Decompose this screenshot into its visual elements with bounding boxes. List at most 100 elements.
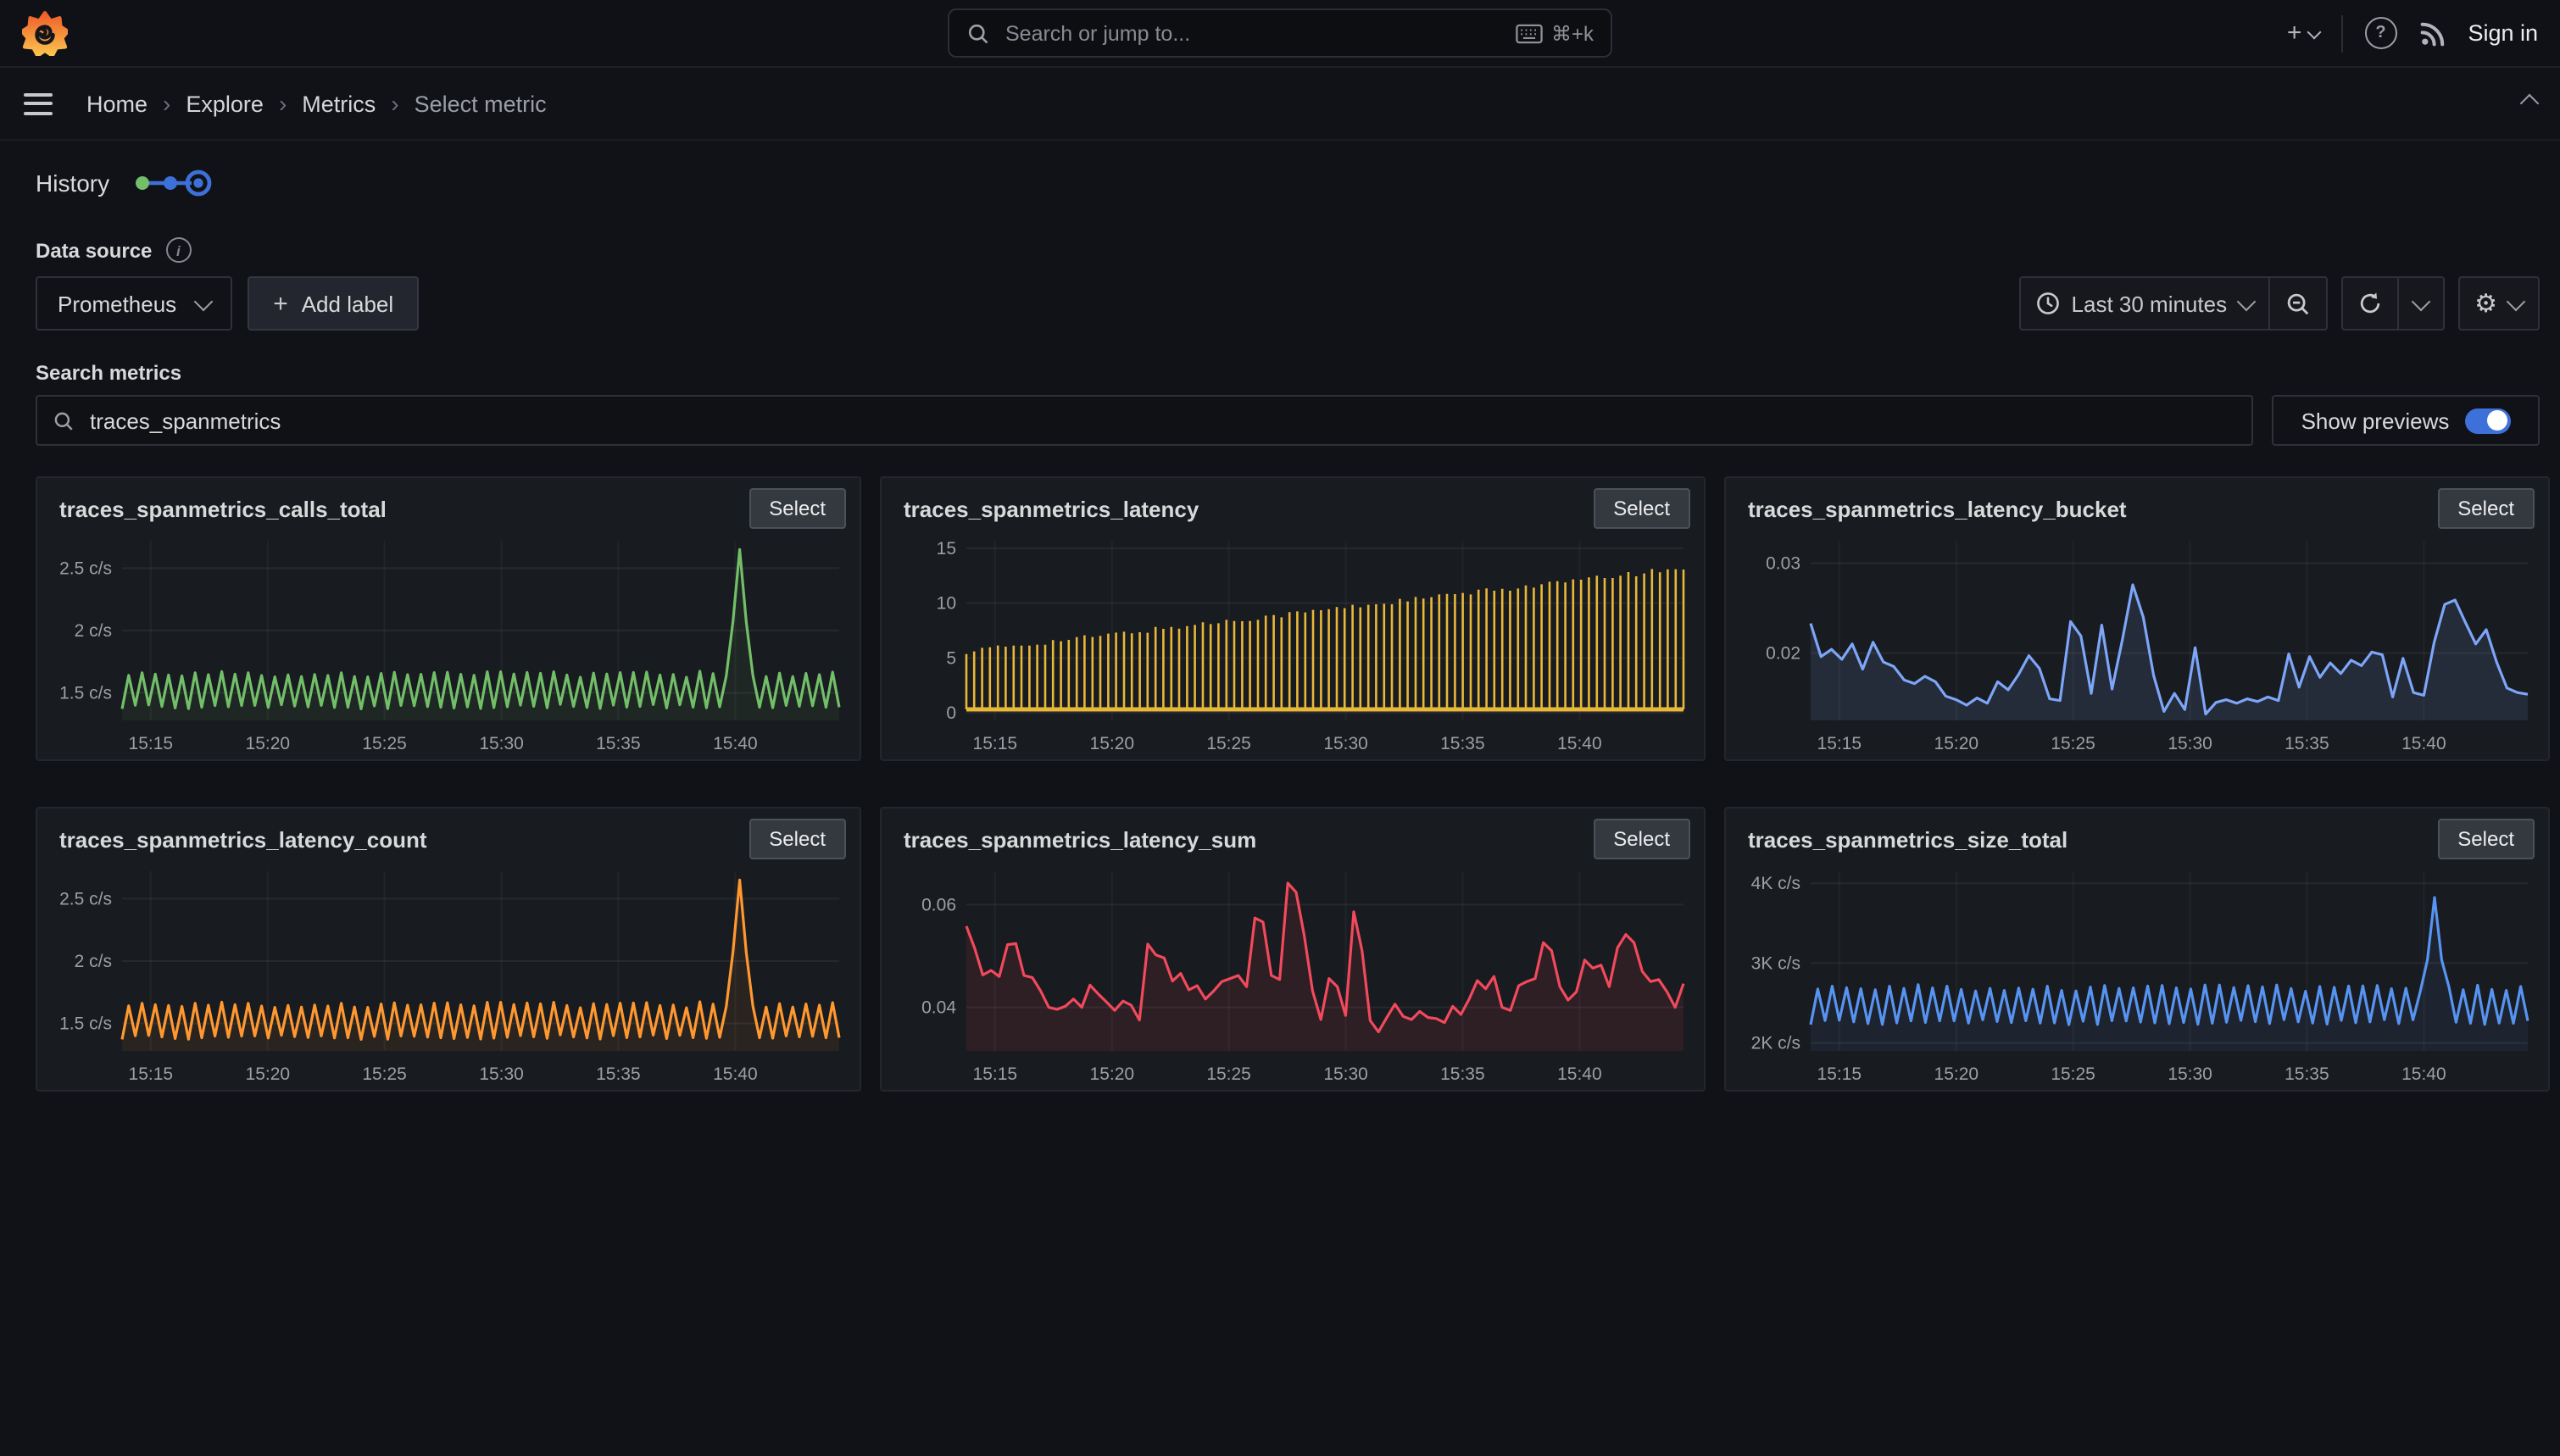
metrics-search-field[interactable] [36, 395, 2253, 446]
breadcrumb-separator: › [391, 90, 398, 117]
svg-text:15:40: 15:40 [713, 1064, 758, 1084]
svg-text:15:20: 15:20 [246, 1064, 291, 1084]
toggle-knob [2487, 410, 2507, 431]
refresh-group [2340, 276, 2444, 331]
panel-chart[interactable]: 05101515:1515:2015:2515:3015:3515:40 [895, 531, 1690, 754]
chevron-up-icon [2520, 94, 2540, 114]
panel-chart[interactable]: 2K c/s3K c/s4K c/s15:1515:2015:2515:3015… [1739, 861, 2535, 1085]
svg-text:0.04: 0.04 [921, 998, 956, 1018]
breadcrumb-explore[interactable]: Explore [186, 91, 264, 116]
svg-text:15:15: 15:15 [129, 1064, 174, 1084]
history-row: History [36, 168, 2560, 198]
svg-text:15:30: 15:30 [2168, 1064, 2212, 1084]
metric-panel: traces_spanmetrics_calls_total Select 1.… [36, 476, 861, 761]
svg-text:15:35: 15:35 [1440, 1064, 1485, 1084]
search-row: Show previews [36, 395, 2540, 446]
info-icon: i [165, 237, 191, 263]
svg-text:15:40: 15:40 [1557, 1064, 1602, 1084]
breadcrumb-separator: › [279, 90, 287, 117]
svg-text:15:15: 15:15 [129, 734, 174, 753]
svg-text:4K c/s: 4K c/s [1751, 874, 1800, 893]
chevron-down-icon [2236, 292, 2256, 312]
select-metric-button[interactable]: Select [2437, 819, 2535, 859]
new-menu-button[interactable]: + [2287, 19, 2319, 47]
controls-row: Prometheus + Add label Last 30 minutes [36, 276, 2540, 331]
grafana-logo-icon[interactable] [22, 10, 68, 56]
refresh-button[interactable] [2342, 278, 2396, 329]
collapse-header-button[interactable] [2523, 88, 2536, 119]
svg-text:5: 5 [946, 648, 956, 668]
svg-text:15:30: 15:30 [479, 1064, 524, 1084]
panel-chart[interactable]: 0.020.0315:1515:2015:2515:3015:3515:40 [1739, 531, 2535, 754]
svg-text:15:25: 15:25 [2051, 734, 2095, 753]
svg-text:2 c/s: 2 c/s [75, 621, 112, 641]
metric-panel: traces_spanmetrics_latency Select 051015… [880, 476, 1706, 761]
history-timeline-icon[interactable] [131, 168, 213, 198]
svg-text:15:20: 15:20 [1934, 734, 1979, 753]
datasource-picker[interactable]: Prometheus [36, 276, 232, 331]
add-label-text: Add label [302, 291, 393, 316]
svg-text:15:30: 15:30 [479, 734, 524, 753]
sign-in-button[interactable]: Sign in [2468, 20, 2538, 46]
global-search-box[interactable]: ⌘+k [948, 8, 1612, 58]
time-range-button[interactable]: Last 30 minutes [2021, 278, 2268, 329]
top-bar: ⌘+k + ? Sign in [0, 0, 2560, 68]
svg-text:15:25: 15:25 [1206, 1064, 1251, 1084]
select-metric-button[interactable]: Select [2437, 488, 2535, 529]
svg-text:15:20: 15:20 [1090, 1064, 1135, 1084]
datasource-value: Prometheus [58, 291, 176, 316]
panel-chart[interactable]: 1.5 c/s2 c/s2.5 c/s15:1515:2015:2515:301… [51, 861, 846, 1085]
breadcrumb-home[interactable]: Home [86, 91, 147, 116]
news-rss-icon[interactable] [2418, 19, 2446, 47]
menu-toggle-button[interactable] [24, 92, 53, 114]
panel-chart[interactable]: 0.040.0615:1515:2015:2515:3015:3515:40 [895, 861, 1690, 1085]
metrics-search-input[interactable] [86, 406, 2236, 435]
settings-group: ⚙ [2457, 276, 2540, 331]
svg-text:0.02: 0.02 [1766, 644, 1800, 664]
time-range-picker: Last 30 minutes [2019, 276, 2328, 331]
select-metric-button[interactable]: Select [1593, 488, 1690, 529]
svg-text:0.06: 0.06 [921, 895, 956, 914]
svg-text:15:15: 15:15 [1817, 734, 1862, 753]
grafana-app: ⌘+k + ? Sign in Home › Explore › Metrics [0, 0, 2560, 1456]
svg-text:15:40: 15:40 [2401, 734, 2446, 753]
svg-text:15:25: 15:25 [362, 734, 407, 753]
select-metric-button[interactable]: Select [749, 819, 846, 859]
show-previews-toggle[interactable] [2464, 408, 2510, 433]
svg-text:3K c/s: 3K c/s [1751, 953, 1800, 973]
settings-button[interactable]: ⚙ [2459, 278, 2538, 329]
show-previews-control: Show previews [2272, 395, 2540, 446]
svg-text:15:40: 15:40 [1557, 734, 1602, 753]
add-label-button[interactable]: + Add label [248, 276, 419, 331]
svg-text:15:30: 15:30 [1323, 734, 1368, 753]
svg-text:10: 10 [937, 594, 956, 614]
select-metric-button[interactable]: Select [1593, 819, 1690, 859]
svg-text:15:25: 15:25 [2051, 1064, 2095, 1084]
svg-text:15:35: 15:35 [596, 1064, 641, 1084]
clock-icon [2036, 292, 2060, 315]
zoom-out-time-button[interactable] [2268, 278, 2325, 329]
breadcrumb-metrics[interactable]: Metrics [302, 91, 376, 116]
chevron-down-icon [194, 292, 214, 312]
help-button[interactable]: ? [2364, 17, 2396, 49]
svg-text:15:35: 15:35 [2285, 1064, 2329, 1084]
svg-text:2K c/s: 2K c/s [1751, 1034, 1800, 1053]
refresh-icon [2357, 292, 2381, 315]
global-search-input[interactable] [1002, 19, 1504, 47]
chevron-down-icon [2507, 292, 2526, 312]
panel-chart[interactable]: 1.5 c/s2 c/s2.5 c/s15:1515:2015:2515:301… [51, 531, 846, 754]
svg-text:2.5 c/s: 2.5 c/s [59, 889, 112, 909]
datasource-label-row: Data source i [36, 237, 2560, 263]
time-range-value: Last 30 minutes [2072, 291, 2228, 316]
refresh-interval-button[interactable] [2396, 278, 2442, 329]
breadcrumb-separator: › [163, 90, 170, 117]
topbar-actions: + ? Sign in [2287, 14, 2538, 52]
plus-icon: + [273, 289, 288, 318]
chevron-down-icon [2411, 292, 2430, 312]
svg-text:1.5 c/s: 1.5 c/s [59, 684, 112, 703]
svg-text:15:40: 15:40 [2401, 1064, 2446, 1084]
datasource-label: Data source [36, 238, 152, 262]
show-previews-label: Show previews [2301, 408, 2450, 433]
keyboard-shortcut-hint: ⌘+k [1516, 21, 1594, 45]
select-metric-button[interactable]: Select [749, 488, 846, 529]
